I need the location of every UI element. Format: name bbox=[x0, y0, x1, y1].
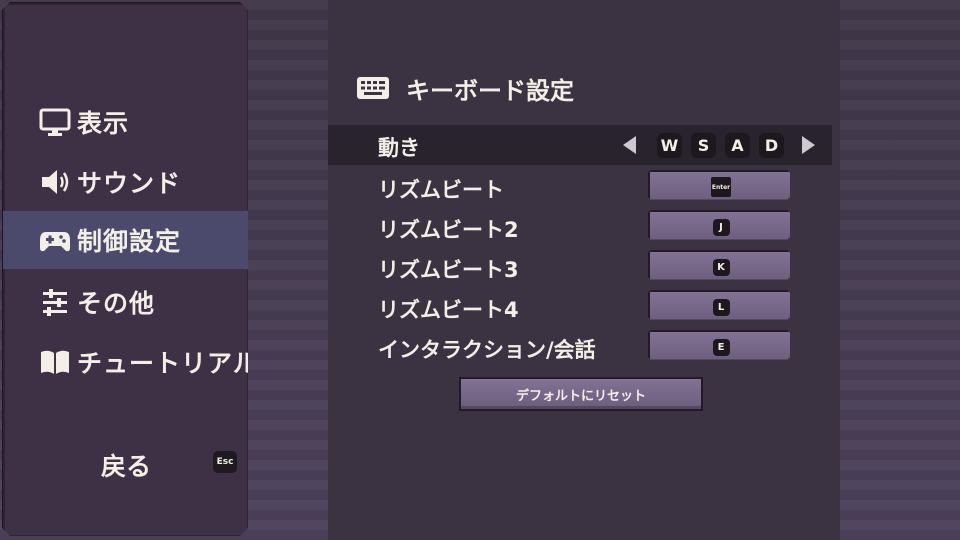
settings-menu-panel: 表示 サウンド 制御設定 その他 チュートリアル 戻る Esc bbox=[2, 2, 248, 536]
keyboard-icon bbox=[357, 77, 389, 99]
menu-item-label: サウンド bbox=[77, 169, 182, 198]
menu-item-tutorial[interactable]: チュートリアル bbox=[3, 333, 248, 391]
gamepad-icon bbox=[39, 224, 71, 256]
key-chip: L bbox=[712, 298, 730, 316]
bind-button-rhythm-beat-3[interactable]: K bbox=[648, 250, 790, 280]
section-title: キーボード設定 bbox=[406, 76, 574, 105]
key-d[interactable]: D bbox=[759, 133, 784, 158]
binding-row: リズムビート2 J bbox=[328, 207, 832, 247]
binding-label: リズムビート4 bbox=[378, 298, 519, 322]
binding-label: インタラクション/会話 bbox=[378, 338, 596, 362]
key-chip: J bbox=[712, 218, 730, 236]
menu-item-label: その他 bbox=[77, 289, 156, 318]
bind-button-rhythm-beat-4[interactable]: L bbox=[648, 290, 790, 320]
binding-row: リズムビート3 K bbox=[328, 247, 832, 287]
back-label: 戻る bbox=[101, 452, 152, 481]
binding-label: リズムビート bbox=[378, 178, 504, 202]
esc-key-hint: Esc bbox=[213, 451, 237, 473]
menu-item-controls[interactable]: 制御設定 bbox=[3, 211, 248, 269]
binding-row: インタラクション/会話 E bbox=[328, 327, 832, 367]
reset-to-default-button[interactable]: デフォルトにリセット bbox=[459, 377, 703, 411]
menu-item-sound[interactable]: サウンド bbox=[3, 153, 248, 211]
key-a[interactable]: A bbox=[725, 133, 750, 158]
movement-label: 動き bbox=[378, 136, 420, 160]
key-chip: K bbox=[712, 258, 730, 276]
menu-item-label: チュートリアル bbox=[77, 349, 259, 378]
menu-item-label: 制御設定 bbox=[77, 227, 182, 256]
section-header: キーボード設定 bbox=[356, 70, 574, 106]
right-arrow-icon[interactable] bbox=[802, 136, 815, 154]
key-s[interactable]: S bbox=[691, 133, 716, 158]
menu-item-other[interactable]: その他 bbox=[3, 273, 248, 331]
bind-button-interact[interactable]: E bbox=[648, 330, 790, 360]
binding-row: リズムビート4 L bbox=[328, 287, 832, 327]
speaker-icon bbox=[39, 166, 71, 198]
key-w[interactable]: W bbox=[657, 133, 682, 158]
movement-row[interactable]: 動き W S A D bbox=[328, 125, 832, 165]
menu-item-display[interactable]: 表示 bbox=[3, 93, 248, 151]
enter-key-chip: Enter bbox=[711, 177, 731, 197]
sliders-icon bbox=[39, 286, 71, 318]
left-arrow-icon[interactable] bbox=[623, 136, 636, 154]
binding-label: リズムビート2 bbox=[378, 218, 519, 242]
bind-button-rhythm-beat[interactable]: Enter bbox=[648, 170, 790, 200]
key-chip: E bbox=[712, 338, 730, 356]
back-button[interactable]: 戻る Esc bbox=[3, 441, 248, 485]
monitor-icon bbox=[39, 106, 71, 138]
binding-label: リズムビート3 bbox=[378, 258, 519, 282]
book-icon bbox=[39, 346, 71, 378]
menu-item-label: 表示 bbox=[77, 109, 130, 138]
binding-row: リズムビート Enter bbox=[328, 167, 832, 207]
bind-button-rhythm-beat-2[interactable]: J bbox=[648, 210, 790, 240]
